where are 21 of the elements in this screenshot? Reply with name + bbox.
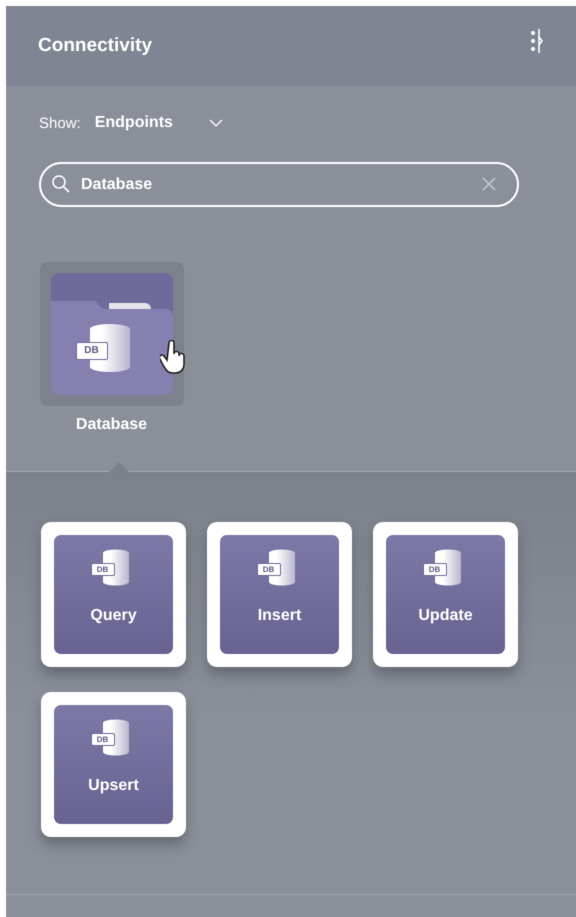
- pointer-arrow: [109, 462, 129, 472]
- search-icon: [51, 174, 71, 194]
- search-field[interactable]: Database: [39, 162, 519, 207]
- hand-cursor-icon: [160, 340, 188, 374]
- action-tile[interactable]: DB Update: [373, 522, 518, 667]
- connector-tile[interactable]: DB: [40, 262, 184, 406]
- panel-title: Connectivity: [38, 35, 152, 57]
- db-label: DB: [76, 342, 108, 360]
- db-label: DB: [256, 563, 280, 576]
- collapse-panel-icon[interactable]: [530, 28, 544, 54]
- filter-label: Show:: [39, 114, 81, 132]
- db-label: DB: [90, 563, 114, 576]
- action-tile[interactable]: DB Query: [41, 522, 186, 667]
- db-label: DB: [90, 733, 114, 746]
- action-tile[interactable]: DB Insert: [207, 522, 352, 667]
- connector-label: Database: [76, 416, 148, 434]
- action-tile[interactable]: DB Upsert: [41, 692, 186, 837]
- filter-dropdown[interactable]: Endpoints: [94, 114, 223, 132]
- db-label: DB: [422, 563, 446, 576]
- clear-icon[interactable]: [481, 176, 497, 192]
- chevron-down-icon: [208, 118, 223, 128]
